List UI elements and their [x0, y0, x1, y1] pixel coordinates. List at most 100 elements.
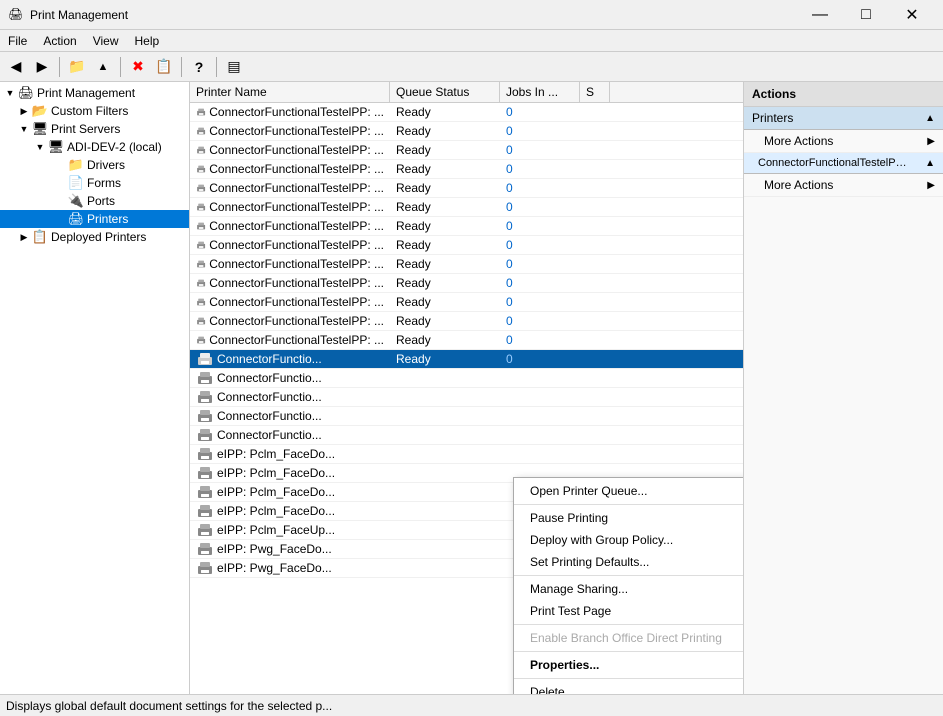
maximize-button[interactable]: □ — [843, 0, 889, 30]
toggle-print-servers[interactable]: ▼ — [16, 124, 32, 134]
view-button[interactable]: ▤ — [222, 55, 246, 79]
ctx-open-queue[interactable]: Open Printer Queue... — [514, 480, 743, 502]
tree-item-custom-filters[interactable]: ▶ 📂 Custom Filters — [0, 102, 189, 120]
menu-file[interactable]: File — [0, 30, 35, 51]
list-row[interactable]: ConnectorFunctionalTestelPP: ... Ready 0 — [190, 198, 743, 217]
printer-row-icon — [196, 257, 206, 271]
tree-item-deployed-printers[interactable]: ▶ 📋 Deployed Printers — [0, 228, 189, 246]
ctx-deploy-group-policy[interactable]: Deploy with Group Policy... — [514, 529, 743, 551]
actions-collapse-printers-icon: ▲ — [925, 113, 935, 124]
delete-button[interactable]: ✖ — [126, 55, 150, 79]
up-button[interactable]: ▲ — [91, 55, 115, 79]
col-jobs-in[interactable]: Jobs In ... — [500, 82, 580, 102]
list-row-selected[interactable]: ConnectorFunctio... Ready 0 — [190, 350, 743, 369]
help-button[interactable]: ? — [187, 55, 211, 79]
printer-row-icon — [196, 352, 214, 366]
printer-row-icon — [196, 390, 214, 404]
toggle-custom-filters[interactable]: ▶ — [16, 106, 32, 117]
deployed-printers-icon: 📋 — [32, 229, 48, 245]
list-row[interactable]: eIPP: Pclm_FaceDo... — [190, 445, 743, 464]
actions-item-more-actions-connector[interactable]: More Actions ▶ — [744, 174, 943, 197]
menu-action[interactable]: Action — [35, 30, 84, 51]
minimize-button[interactable]: — — [797, 0, 843, 30]
list-row[interactable]: ConnectorFunctionalTestelPP: ... Ready 0 — [190, 141, 743, 160]
tree-label-custom-filters: Custom Filters — [51, 104, 128, 118]
actions-panel: Actions Printers ▲ More Actions ▶ Connec… — [743, 82, 943, 694]
list-row[interactable]: ConnectorFunctionalTestelPP: ... Ready 0 — [190, 103, 743, 122]
tree-label-print-management: Print Management — [37, 86, 135, 100]
folder-button[interactable]: 📁 — [65, 55, 89, 79]
printer-row-icon — [196, 466, 214, 480]
list-row[interactable]: ConnectorFunctionalTestelPP: ... Ready 0 — [190, 160, 743, 179]
printer-row-icon — [196, 143, 206, 157]
list-row[interactable]: ConnectorFunctionalTestelPP: ... Ready 0 — [190, 122, 743, 141]
printer-row-icon — [196, 523, 214, 537]
col-queue-status[interactable]: Queue Status — [390, 82, 500, 102]
ctx-delete[interactable]: Delete — [514, 681, 743, 694]
tree-item-forms[interactable]: 📄 Forms — [0, 174, 189, 192]
ctx-sep-1 — [514, 504, 743, 505]
tree-item-adi-dev2[interactable]: ▼ 🖥 ADI-DEV-2 (local) — [0, 138, 189, 156]
printer-row-icon — [196, 561, 214, 575]
actions-item-label-2: More Actions — [764, 178, 833, 192]
list-row[interactable]: ConnectorFunctionalTestelPP: ... Ready 0 — [190, 217, 743, 236]
list-row[interactable]: ConnectorFunctionalTestelPP: ... Ready 0 — [190, 179, 743, 198]
tree-label-printers: Printers — [87, 212, 128, 226]
tree-item-ports[interactable]: 🔌 Ports — [0, 192, 189, 210]
toolbar-sep-2 — [120, 57, 121, 77]
actions-collapse-connector-icon: ▲ — [925, 158, 935, 169]
forward-button[interactable]: ▶ — [30, 55, 54, 79]
tree-item-drivers[interactable]: 📁 Drivers — [0, 156, 189, 174]
ctx-sep-3 — [514, 624, 743, 625]
ctx-sep-4 — [514, 651, 743, 652]
list-row[interactable]: ConnectorFunctionalTestelPP: ... Ready 0 — [190, 331, 743, 350]
list-row[interactable]: ConnectorFunctio... — [190, 407, 743, 426]
menu-help[interactable]: Help — [127, 30, 168, 51]
tree-item-printers[interactable]: 🖨 Printers — [0, 210, 189, 228]
list-row[interactable]: ConnectorFunctio... — [190, 388, 743, 407]
printer-row-icon — [196, 219, 206, 233]
close-button[interactable]: ✕ — [889, 0, 935, 30]
app-title: Print Management — [30, 8, 797, 22]
actions-section-connector-printer[interactable]: ConnectorFunctionalTestelPP: Pwg_FaceDow… — [744, 153, 943, 174]
toggle-print-management[interactable]: ▼ — [2, 88, 18, 98]
printer-row-icon — [196, 238, 206, 252]
ctx-print-test-page[interactable]: Print Test Page — [514, 600, 743, 622]
actions-section-printers[interactable]: Printers ▲ — [744, 107, 943, 130]
list-row[interactable]: ConnectorFunctio... — [190, 369, 743, 388]
menu-view[interactable]: View — [85, 30, 127, 51]
printer-row-icon — [196, 428, 214, 442]
toggle-deployed-printers[interactable]: ▶ — [16, 232, 32, 243]
ctx-properties[interactable]: Properties... — [514, 654, 743, 676]
title-bar: 🖨 Print Management — □ ✕ — [0, 0, 943, 30]
col-s[interactable]: S — [580, 82, 610, 102]
printer-row-icon — [196, 409, 214, 423]
toggle-adi-dev2[interactable]: ▼ — [32, 142, 48, 152]
printer-row-icon — [196, 333, 206, 347]
tree-item-print-servers[interactable]: ▼ 🖥 Print Servers — [0, 120, 189, 138]
back-button[interactable]: ◀ — [4, 55, 28, 79]
tree-item-print-management[interactable]: ▼ 🖨 Print Management — [0, 84, 189, 102]
printer-row-icon — [196, 162, 206, 176]
ctx-manage-sharing[interactable]: Manage Sharing... — [514, 578, 743, 600]
ctx-enable-branch-office: Enable Branch Office Direct Printing — [514, 627, 743, 649]
list-row[interactable]: ConnectorFunctionalTestelPP: ... Ready 0 — [190, 274, 743, 293]
list-row[interactable]: ConnectorFunctionalTestelPP: ... Ready 0 — [190, 236, 743, 255]
ctx-set-printing-defaults[interactable]: Set Printing Defaults... — [514, 551, 743, 573]
printer-row-icon — [196, 504, 214, 518]
toolbar-sep-3 — [181, 57, 182, 77]
app-icon: 🖨 — [8, 7, 24, 23]
custom-filters-icon: 📂 — [32, 103, 48, 119]
tree-label-deployed-printers: Deployed Printers — [51, 230, 146, 244]
list-row[interactable]: ConnectorFunctio... — [190, 426, 743, 445]
list-row[interactable]: ConnectorFunctionalTestelPP: ... Ready 0 — [190, 255, 743, 274]
actions-item-arrow-icon: ▶ — [927, 136, 935, 147]
actions-item-more-actions-printers[interactable]: More Actions ▶ — [744, 130, 943, 153]
ctx-pause-printing[interactable]: Pause Printing — [514, 507, 743, 529]
list-row[interactable]: ConnectorFunctionalTestelPP: ... Ready 0 — [190, 293, 743, 312]
col-printer-name[interactable]: Printer Name — [190, 82, 390, 102]
export-button[interactable]: 📋 — [152, 55, 176, 79]
printer-row-icon — [196, 314, 206, 328]
list-row[interactable]: ConnectorFunctionalTestelPP: ... Ready 0 — [190, 312, 743, 331]
print-servers-icon: 🖥 — [32, 121, 48, 137]
